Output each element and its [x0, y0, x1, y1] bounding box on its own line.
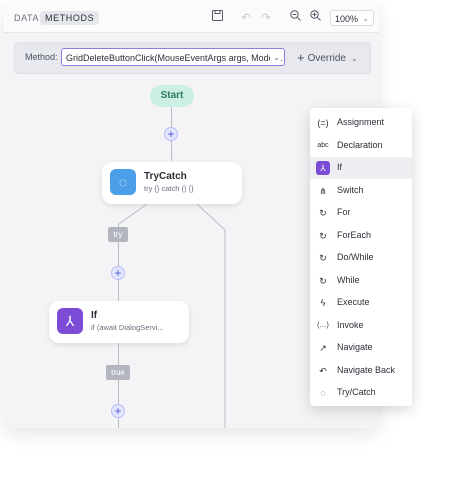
plus-icon: +	[297, 50, 305, 65]
chevron-down-icon: ⌄	[270, 49, 280, 65]
branch-icon: ⅄	[57, 308, 83, 334]
override-label: Override	[307, 53, 346, 64]
try-branch-label: try	[108, 227, 128, 242]
menu-item-while[interactable]: ↻ While	[310, 270, 412, 292]
save-icon[interactable]	[209, 10, 225, 26]
switch-icon: ⋔	[319, 185, 327, 196]
loop-icon: ↻	[319, 230, 327, 241]
loop-icon: ↻	[319, 275, 327, 286]
connector	[118, 418, 119, 428]
method-label: Method:	[25, 52, 58, 62]
add-step-button[interactable]: +	[111, 266, 125, 280]
zoom-value: 100%	[335, 14, 359, 24]
zoom-select[interactable]: 100% ⌄	[330, 10, 374, 26]
menu-item-assignment[interactable]: (=) Assignment	[310, 112, 412, 134]
menu-item-do-while[interactable]: ↻ Do/While	[310, 247, 412, 269]
zoom-in-icon[interactable]	[307, 10, 323, 26]
connector	[118, 343, 119, 365]
undo-icon[interactable]: ↶	[238, 10, 254, 26]
assignment-icon: (=)	[317, 118, 329, 128]
menu-item-navigate[interactable]: ↗ Navigate	[310, 337, 412, 359]
method-select[interactable]: GridDeleteButtonClick(MouseEventArgs arg…	[61, 48, 285, 66]
designer-toolbar: DATA METHODS ↶ ↷ 100% ⌄	[4, 4, 379, 33]
if-title: If	[91, 310, 98, 321]
navigate-back-icon: ↶	[319, 365, 327, 376]
menu-item-invoke[interactable]: (…) Invoke	[310, 315, 412, 337]
add-step-button[interactable]: +	[111, 404, 125, 418]
connector	[118, 380, 119, 404]
true-branch-label: true	[106, 365, 130, 380]
branch-icon: ⅄	[316, 161, 330, 175]
loop-icon: ↻	[319, 208, 327, 218]
connector	[118, 242, 119, 266]
menu-item-execute[interactable]: ϟ Execute	[310, 292, 412, 314]
chevron-down-icon: ⌄	[350, 54, 358, 63]
add-step-menu: (=) Assignment abc Declaration ⅄ If ⋔ Sw…	[310, 108, 412, 406]
navigate-icon: ↗	[319, 343, 327, 353]
method-select-value: GridDeleteButtonClick(MouseEventArgs arg…	[66, 53, 283, 63]
lightning-icon: ϟ	[320, 298, 326, 308]
menu-item-for[interactable]: ↻ For	[310, 202, 412, 224]
tab-data[interactable]: DATA	[9, 11, 44, 25]
invoke-icon: (…)	[317, 321, 329, 329]
menu-item-declaration[interactable]: abc Declaration	[310, 135, 412, 157]
if-node[interactable]: ⅄ If if (await DialogServi...	[49, 301, 189, 343]
declaration-icon: abc	[317, 141, 329, 149]
trycatch-icon: ◌	[320, 388, 326, 398]
menu-item-switch[interactable]: ⋔ Switch	[310, 180, 412, 202]
loop-icon: ↻	[319, 253, 327, 263]
chevron-down-icon: ⌄	[362, 14, 369, 23]
redo-icon[interactable]: ↷	[258, 10, 274, 26]
connector	[118, 280, 119, 301]
menu-item-if[interactable]: ⅄ If	[310, 157, 412, 179]
if-subtitle: if (await DialogServi...	[91, 323, 164, 332]
tab-methods[interactable]: METHODS	[40, 11, 100, 25]
menu-item-try-catch[interactable]: ◌ Try/Catch	[310, 382, 412, 404]
override-button[interactable]: + Override ⌄	[297, 50, 358, 66]
menu-item-navigate-back[interactable]: ↶ Navigate Back	[310, 360, 412, 382]
zoom-out-icon[interactable]	[287, 10, 303, 26]
method-bar: Method: GridDeleteButtonClick(MouseEvent…	[14, 42, 371, 74]
menu-item-foreach[interactable]: ↻ ForEach	[310, 225, 412, 247]
